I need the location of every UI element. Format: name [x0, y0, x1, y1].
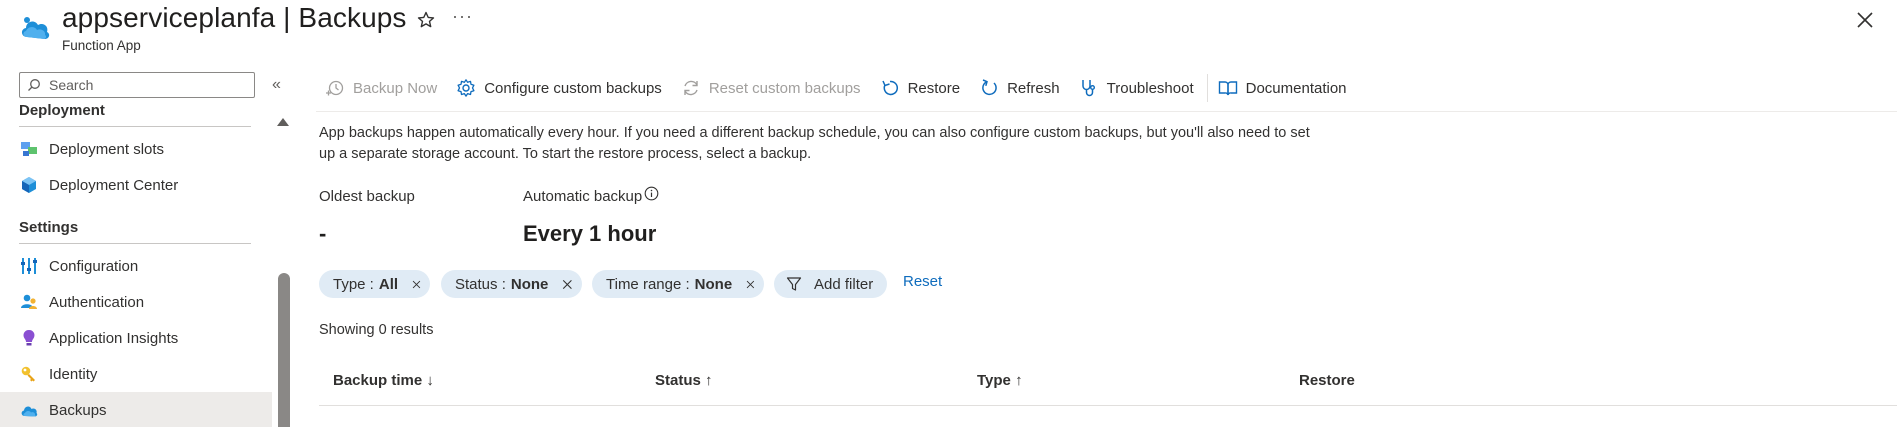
backup-description: App backups happen automatically every h…	[319, 125, 1310, 162]
collapse-sidebar-icon[interactable]: «	[272, 76, 281, 94]
nav-section-settings: Settings	[19, 219, 79, 236]
table-header-divider	[319, 405, 1897, 406]
filter-type-label: Type :	[333, 275, 374, 293]
toolbar-divider-line	[316, 111, 1897, 112]
restore-label: Restore	[907, 79, 961, 97]
automatic-backup-value: Every 1 hour	[523, 221, 657, 246]
documentation-button[interactable]: Documentation	[1218, 78, 1347, 98]
gear-icon	[456, 78, 476, 98]
sidebar-item-label: Backups	[49, 401, 107, 419]
filter-status-value: None	[510, 275, 549, 293]
reset-icon	[681, 78, 701, 98]
filter-pill-type[interactable]: Type : All	[319, 270, 430, 298]
troubleshoot-label: Troubleshoot	[1106, 79, 1194, 97]
column-header-type[interactable]: Type ↑	[977, 372, 1023, 389]
add-filter-label: Add filter	[814, 275, 874, 293]
sidebar-item-backups[interactable]: Backups	[0, 392, 272, 427]
nav-divider	[19, 243, 251, 244]
scroll-up-arrow[interactable]	[277, 118, 289, 126]
filter-icon	[786, 277, 802, 291]
filter-status-label: Status :	[455, 275, 506, 293]
backup-now-icon	[325, 78, 345, 98]
lightbulb-icon	[20, 329, 38, 347]
backup-cloud-icon	[20, 401, 38, 419]
reset-custom-backups-label: Reset custom backups	[708, 79, 861, 97]
sidebar-item-label: Authentication	[49, 293, 145, 311]
sidebar-item-label: Configuration	[49, 257, 139, 275]
sidebar-nav: Deployment Deployment slots Deployment C…	[0, 102, 272, 427]
restore-button[interactable]: Restore	[880, 78, 961, 98]
sidebar-item-label: Identity	[49, 365, 98, 383]
sliders-icon	[20, 257, 38, 275]
column-header-backup-time[interactable]: Backup time ↓	[333, 372, 434, 389]
key-icon	[20, 365, 38, 383]
book-icon	[1218, 78, 1238, 98]
refresh-label: Refresh	[1007, 79, 1060, 97]
remove-filter-icon[interactable]	[412, 278, 421, 291]
nav-section-deployment: Deployment	[19, 102, 105, 119]
sidebar-item-identity[interactable]: Identity	[0, 356, 272, 392]
star-icon[interactable]	[416, 10, 436, 30]
configure-custom-backups-button[interactable]: Configure custom backups	[456, 78, 662, 98]
close-icon[interactable]	[1855, 10, 1875, 30]
filter-pill-status[interactable]: Status : None	[441, 270, 582, 298]
troubleshoot-button[interactable]: Troubleshoot	[1079, 78, 1194, 98]
sidebar-item-label: Application Insights	[49, 329, 179, 347]
page-title: appserviceplanfa | Backups	[62, 2, 407, 33]
filter-type-value: All	[378, 275, 399, 293]
reset-filters-link[interactable]: Reset	[903, 273, 942, 290]
resource-type-subtitle: Function App	[62, 38, 141, 53]
backup-now-button[interactable]: Backup Now	[325, 78, 437, 98]
function-app-icon	[18, 10, 52, 44]
add-filter-button[interactable]: Add filter	[774, 270, 887, 298]
results-count: Showing 0 results	[319, 322, 434, 338]
column-header-status[interactable]: Status ↑	[655, 372, 713, 389]
sidebar-item-deployment-center[interactable]: Deployment Center	[0, 167, 272, 203]
more-options-icon[interactable]: ···	[452, 6, 473, 27]
info-icon[interactable]	[644, 186, 659, 201]
automatic-backup-label: Automatic backup	[523, 188, 643, 205]
sidebar-scrollbar-thumb[interactable]	[278, 273, 290, 427]
remove-filter-icon[interactable]	[746, 278, 755, 291]
filter-time-value: None	[694, 275, 733, 293]
sidebar-item-authentication[interactable]: Authentication	[0, 284, 272, 320]
restore-icon	[880, 78, 900, 98]
filter-time-label: Time range :	[606, 275, 690, 293]
sidebar-item-label: Deployment Center	[49, 176, 179, 194]
oldest-backup-label: Oldest backup	[319, 188, 415, 205]
search-box[interactable]	[19, 72, 255, 98]
remove-filter-icon[interactable]	[562, 278, 573, 291]
backup-now-label: Backup Now	[353, 79, 438, 97]
search-icon	[28, 79, 40, 91]
search-input[interactable]	[47, 76, 241, 94]
stethoscope-icon	[1079, 78, 1099, 98]
nav-divider	[19, 126, 251, 127]
filter-pill-time-range[interactable]: Time range : None	[592, 270, 764, 298]
column-header-restore: Restore	[1299, 372, 1355, 389]
deployment-slots-icon	[20, 140, 38, 158]
sidebar-item-deployment-slots[interactable]: Deployment slots	[0, 131, 272, 167]
toolbar-divider	[1206, 74, 1208, 102]
users-icon	[20, 293, 38, 311]
sidebar-item-configuration[interactable]: Configuration	[0, 248, 272, 284]
sidebar-item-label: Deployment slots	[49, 140, 165, 158]
documentation-label: Documentation	[1245, 79, 1347, 97]
refresh-button[interactable]: Refresh	[979, 78, 1060, 98]
cube-icon	[20, 176, 38, 194]
oldest-backup-value: -	[319, 221, 327, 246]
refresh-icon	[979, 78, 999, 98]
configure-custom-backups-label: Configure custom backups	[484, 79, 662, 97]
command-bar: Backup Now Configure custom backups Rese…	[325, 74, 1366, 102]
sidebar-item-application-insights[interactable]: Application Insights	[0, 320, 272, 356]
reset-custom-backups-button[interactable]: Reset custom backups	[681, 78, 861, 98]
